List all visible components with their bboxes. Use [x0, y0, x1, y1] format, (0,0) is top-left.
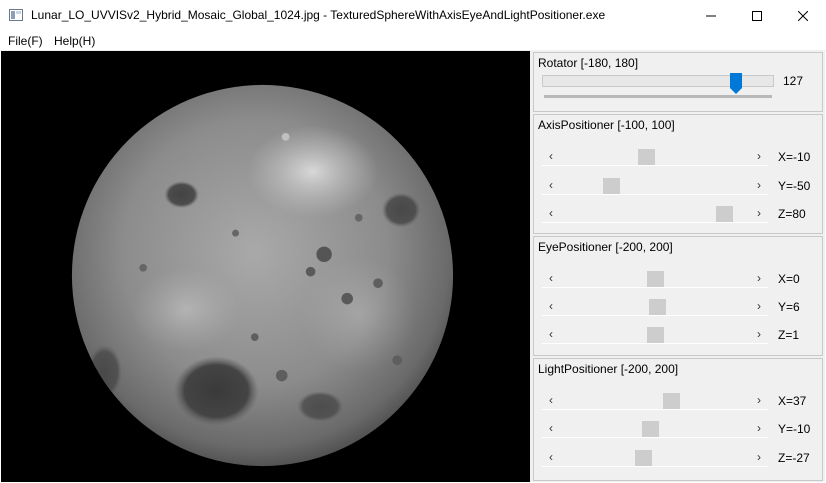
light-z-thumb[interactable]	[634, 450, 652, 466]
axis-y-row: ‹ › Y=-50	[542, 176, 820, 196]
light-x-thumb[interactable]	[662, 393, 680, 409]
rotator-value: 127	[783, 74, 804, 88]
chevron-right-icon[interactable]: ›	[754, 179, 764, 191]
minimize-icon	[706, 15, 716, 16]
light-z-scrollbar[interactable]	[542, 449, 768, 467]
menu-file[interactable]: File(F)	[8, 34, 43, 48]
light-positioner-title: LightPositioner [-200, 200]	[538, 362, 679, 376]
light-y-row: ‹ › Y=-10	[542, 419, 820, 439]
light-y-thumb[interactable]	[642, 421, 660, 437]
title-bar: Lunar_LO_UVVISv2_Hybrid_Mosaic_Global_10…	[0, 0, 826, 31]
light-z-row: ‹ › Z=-27	[542, 448, 820, 468]
chevron-left-icon[interactable]: ‹	[546, 422, 556, 434]
axis-x-scrollbar[interactable]	[542, 148, 768, 166]
chevron-left-icon[interactable]: ‹	[546, 328, 556, 340]
eye-x-value: X=0	[778, 272, 800, 286]
light-x-row: ‹ › X=37	[542, 391, 820, 411]
eye-x-thumb[interactable]	[646, 271, 664, 287]
axis-y-value: Y=-50	[778, 179, 811, 193]
axis-x-value: X=-10	[778, 150, 811, 164]
chevron-right-icon[interactable]: ›	[754, 451, 764, 463]
app-icon	[9, 9, 23, 21]
chevron-left-icon[interactable]: ‹	[546, 451, 556, 463]
axis-x-row: ‹ › X=-10	[542, 147, 820, 167]
textured-sphere	[71, 84, 454, 467]
render-viewport[interactable]	[1, 51, 530, 482]
light-x-scrollbar[interactable]	[542, 392, 768, 410]
minimize-button[interactable]	[688, 0, 734, 31]
maximize-button[interactable]	[734, 0, 780, 31]
chevron-right-icon[interactable]: ›	[754, 422, 764, 434]
chevron-left-icon[interactable]: ‹	[546, 150, 556, 162]
chevron-left-icon[interactable]: ‹	[546, 394, 556, 406]
axis-positioner-title: AxisPositioner [-100, 100]	[538, 118, 675, 132]
light-x-value: X=37	[778, 394, 807, 408]
axis-positioner-group: AxisPositioner [-100, 100] ‹ › X=-10 ‹ ›…	[533, 114, 823, 234]
axis-y-thumb[interactable]	[603, 178, 621, 194]
eye-positioner-group: EyePositioner [-200, 200] ‹ › X=0 ‹ › Y=…	[533, 236, 823, 356]
control-panel: Rotator [-180, 180] 127 AxisPositioner […	[530, 51, 825, 482]
chevron-left-icon[interactable]: ‹	[546, 272, 556, 284]
rotator-title: Rotator [-180, 180]	[538, 56, 639, 70]
eye-y-value: Y=6	[778, 300, 800, 314]
chevron-right-icon[interactable]: ›	[754, 300, 764, 312]
chevron-right-icon[interactable]: ›	[754, 394, 764, 406]
light-y-value: Y=-10	[778, 422, 811, 436]
eye-positioner-title: EyePositioner [-200, 200]	[538, 240, 673, 254]
eye-z-thumb[interactable]	[646, 327, 664, 343]
axis-z-row: ‹ › Z=80	[542, 204, 820, 224]
menu-help[interactable]: Help(H)	[54, 34, 95, 48]
chevron-left-icon[interactable]: ‹	[546, 179, 556, 191]
menu-bar: File(F) Help(H)	[0, 31, 826, 51]
eye-y-row: ‹ › Y=6	[542, 297, 820, 317]
eye-y-thumb[interactable]	[649, 299, 667, 315]
chevron-right-icon[interactable]: ›	[754, 207, 764, 219]
rotator-group: Rotator [-180, 180] 127	[533, 52, 823, 112]
axis-y-scrollbar[interactable]	[542, 177, 768, 195]
chevron-right-icon[interactable]: ›	[754, 328, 764, 340]
close-button[interactable]	[780, 0, 826, 31]
chevron-left-icon[interactable]: ‹	[546, 300, 556, 312]
eye-x-row: ‹ › X=0	[542, 269, 820, 289]
window-title: Lunar_LO_UVVISv2_Hybrid_Mosaic_Global_10…	[31, 8, 606, 22]
eye-z-row: ‹ › Z=1	[542, 325, 820, 345]
light-z-value: Z=-27	[778, 451, 810, 465]
chevron-right-icon[interactable]: ›	[754, 272, 764, 284]
eye-z-value: Z=1	[778, 328, 800, 342]
maximize-icon	[752, 10, 762, 21]
chevron-left-icon[interactable]: ‹	[546, 207, 556, 219]
chevron-right-icon[interactable]: ›	[754, 150, 764, 162]
light-positioner-group: LightPositioner [-200, 200] ‹ › X=37 ‹ ›…	[533, 358, 823, 481]
axis-x-thumb[interactable]	[637, 149, 655, 165]
rotator-thumb[interactable]	[729, 73, 742, 95]
axis-z-value: Z=80	[778, 207, 806, 221]
close-icon	[798, 10, 808, 21]
axis-z-thumb[interactable]	[715, 206, 733, 222]
axis-z-scrollbar[interactable]	[542, 205, 768, 223]
rotator-ticks	[544, 95, 772, 98]
